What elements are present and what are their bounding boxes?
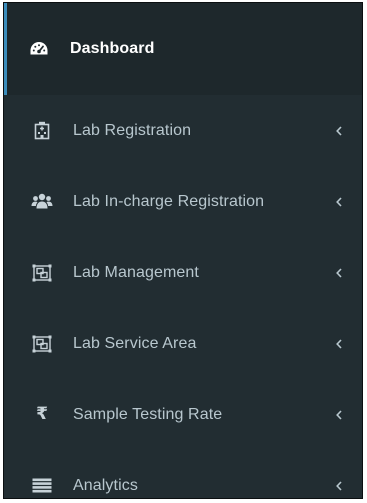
- sidebar-item-lab-service-area[interactable]: Lab Service Area: [4, 308, 362, 379]
- sidebar-item-label: Analytics: [73, 476, 138, 494]
- chevron-left-icon: [334, 479, 344, 493]
- object-group-icon: [31, 263, 53, 283]
- sidebar-item-lab-registration[interactable]: Lab Registration: [4, 95, 362, 166]
- sidebar-item-dashboard[interactable]: Dashboard: [4, 3, 362, 95]
- sidebar-frame: Dashboard Lab Registration Lab In-charge…: [3, 2, 363, 499]
- chevron-left-icon: [334, 195, 344, 209]
- sidebar-item-lab-management[interactable]: Lab Management: [4, 237, 362, 308]
- sidebar-item-label: Lab Registration: [73, 121, 192, 139]
- sidebar-menu: Dashboard Lab Registration Lab In-charge…: [4, 3, 362, 498]
- sidebar-item-label: Lab Management: [73, 263, 199, 281]
- chevron-left-icon: [334, 337, 344, 351]
- dashboard-gauge-icon: [28, 39, 50, 59]
- chevron-left-icon: [334, 408, 344, 422]
- sidebar-item-label: Lab In-charge Registration: [73, 192, 265, 210]
- hospital-building-icon: [31, 121, 53, 141]
- rupee-symbol: ₹: [36, 404, 48, 424]
- object-group-icon: [31, 334, 53, 354]
- chevron-left-icon: [334, 266, 344, 280]
- sidebar-item-label: Sample Testing Rate: [73, 405, 223, 423]
- list-icon: [31, 476, 53, 496]
- sidebar-item-label: Dashboard: [70, 40, 155, 57]
- sidebar-item-analytics[interactable]: Analytics: [4, 450, 362, 498]
- sidebar-item-sample-testing-rate[interactable]: ₹ Sample Testing Rate: [4, 379, 362, 450]
- sidebar-item-label: Lab Service Area: [73, 334, 197, 352]
- rupee-icon: ₹: [31, 405, 53, 425]
- sidebar-item-lab-incharge-registration[interactable]: Lab In-charge Registration: [4, 166, 362, 237]
- chevron-left-icon: [334, 124, 344, 138]
- users-group-icon: [31, 192, 53, 212]
